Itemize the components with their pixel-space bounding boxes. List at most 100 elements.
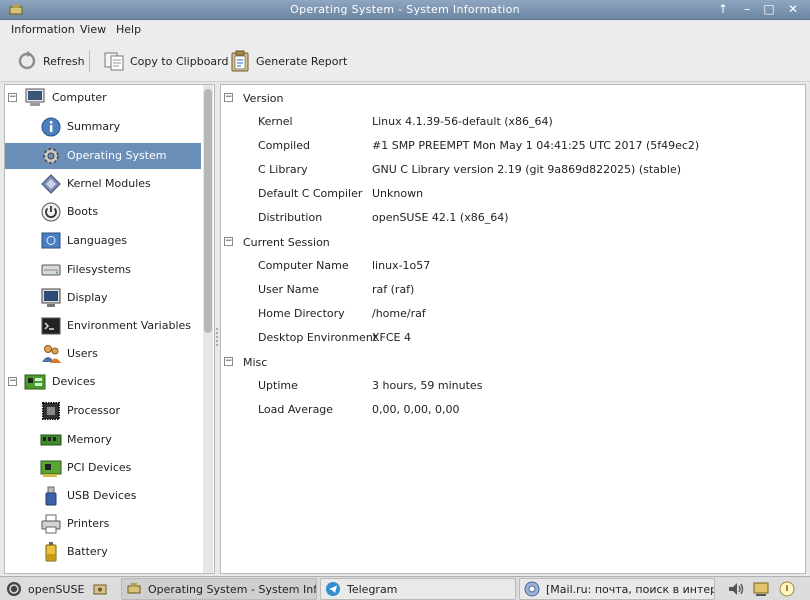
detail-value: XFCE 4: [372, 331, 411, 344]
details-panel: − Version Kernel Linux 4.1.39-56-default…: [220, 84, 806, 574]
collapse-icon[interactable]: −: [8, 93, 17, 102]
computer-icon: [25, 88, 45, 106]
task-system-information[interactable]: Operating System - System Infor...: [121, 578, 317, 600]
browser-icon: [524, 581, 540, 597]
sidebar-scrollbar[interactable]: [203, 85, 213, 573]
battery-icon: [45, 542, 57, 562]
toolbar: Refresh Copy to Clipboard Generate Repor…: [0, 40, 810, 82]
telegram-icon: [326, 582, 340, 596]
tree-item-kernel-modules[interactable]: Kernel Modules: [5, 171, 201, 197]
detail-key: Desktop Environment: [258, 331, 378, 344]
section-version[interactable]: − Version: [221, 87, 801, 107]
tree-item-memory[interactable]: Memory: [5, 427, 201, 453]
tree-item-users[interactable]: Users: [5, 341, 201, 367]
refresh-button[interactable]: Refresh: [16, 48, 85, 74]
refresh-icon: [18, 51, 36, 70]
scrollbar-thumb[interactable]: [204, 89, 212, 333]
section-title: Current Session: [243, 236, 330, 249]
tree-label: Operating System: [67, 149, 167, 162]
report-label: Generate Report: [256, 54, 348, 68]
tree-label: PCI Devices: [67, 461, 132, 474]
section-misc[interactable]: − Misc: [221, 351, 801, 371]
maximize-button[interactable]: □: [760, 2, 778, 17]
detail-row[interactable]: Load Average 0,00, 0,00, 0,00: [221, 399, 801, 419]
detail-row[interactable]: Default C Compiler Unknown: [221, 183, 801, 203]
desktop-icon: [93, 584, 107, 595]
collapse-icon[interactable]: −: [224, 93, 233, 102]
copy-to-clipboard-button[interactable]: Copy to Clipboard: [103, 48, 228, 74]
collapse-icon[interactable]: −: [224, 237, 233, 246]
detail-key: Home Directory: [258, 307, 345, 320]
task-label: Operating System - System Infor...: [148, 582, 316, 596]
taskbar: openSUSE Operating System - System Infor…: [0, 576, 810, 600]
tree-item-summary[interactable]: Summary: [5, 114, 201, 140]
tree-label: Computer: [52, 91, 107, 104]
close-button[interactable]: ✕: [784, 2, 802, 17]
tree-label: Filesystems: [67, 263, 131, 276]
menu-information[interactable]: Information: [11, 23, 75, 36]
tree-item-processor[interactable]: Processor: [5, 398, 201, 424]
tree-item-printers[interactable]: Printers: [5, 511, 201, 537]
start-label: openSUSE: [28, 582, 84, 596]
tree-label: Processor: [67, 404, 120, 417]
detail-row[interactable]: Home Directory /home/raf: [221, 303, 801, 323]
tree-item-usb-devices[interactable]: USB Devices: [5, 483, 201, 509]
clipboard-copy-icon: [104, 52, 124, 71]
detail-row[interactable]: Distribution openSUSE 42.1 (x86_64): [221, 207, 801, 227]
tree-item-operating-system[interactable]: Operating System: [5, 143, 201, 169]
window-title: Operating System - System Information: [290, 3, 520, 16]
collapse-icon[interactable]: −: [224, 357, 233, 366]
tree-item-pci-devices[interactable]: PCI Devices: [5, 455, 201, 481]
tree-item-languages[interactable]: Languages: [5, 228, 201, 254]
detail-row[interactable]: Computer Name linux-1o57: [221, 255, 801, 275]
tree-item-filesystems[interactable]: Filesystems: [5, 257, 201, 283]
detail-value: 3 hours, 59 minutes: [372, 379, 483, 392]
window-up-button[interactable]: ↑: [714, 2, 732, 17]
detail-row[interactable]: C Library GNU C Library version 2.19 (gi…: [221, 159, 801, 179]
start-menu-button[interactable]: openSUSE: [2, 578, 84, 600]
detail-key: Kernel: [258, 115, 293, 128]
detail-row[interactable]: Desktop Environment XFCE 4: [221, 327, 801, 347]
detail-key: Compiled: [258, 139, 310, 152]
tree-item-computer[interactable]: − Computer: [5, 85, 201, 111]
section-title: Misc: [243, 356, 268, 369]
minimize-button[interactable]: –: [738, 2, 756, 17]
tree-item-battery[interactable]: Battery: [5, 539, 201, 565]
tree-label: USB Devices: [67, 489, 137, 502]
detail-row[interactable]: Compiled #1 SMP PREEMPT Mon May 1 04:41:…: [221, 135, 801, 155]
detail-key: Default C Compiler: [258, 187, 363, 200]
tree-label: Devices: [52, 375, 96, 388]
window-titlebar: Operating System - System Information ↑ …: [0, 0, 810, 20]
generate-report-button[interactable]: Generate Report: [229, 48, 347, 74]
tree-label: Users: [67, 347, 98, 360]
section-current-session[interactable]: − Current Session: [221, 231, 801, 251]
network-icon[interactable]: [752, 580, 770, 598]
menu-help[interactable]: Help: [116, 23, 141, 36]
task-telegram[interactable]: Telegram: [320, 578, 516, 600]
module-icon: [41, 174, 61, 194]
detail-value: linux-1o57: [372, 259, 431, 272]
detail-key: Uptime: [258, 379, 298, 392]
menu-view[interactable]: View: [80, 23, 106, 36]
detail-key: Computer Name: [258, 259, 349, 272]
detail-row[interactable]: Kernel Linux 4.1.39-56-default (x86_64): [221, 111, 801, 131]
tree-item-devices[interactable]: − Devices: [5, 369, 201, 395]
board-icon: [24, 374, 46, 390]
opensuse-logo-icon: [7, 582, 21, 596]
collapse-icon[interactable]: −: [8, 377, 17, 386]
tree-item-environment-variables[interactable]: Environment Variables: [5, 313, 201, 339]
tree-label: Display: [67, 291, 108, 304]
usb-icon: [45, 486, 57, 506]
task-browser[interactable]: [Mail.ru: почта, поиск в интерн...: [519, 578, 715, 600]
detail-value: Unknown: [372, 187, 424, 200]
tree-item-boots[interactable]: Boots: [5, 199, 201, 225]
detail-row[interactable]: Uptime 3 hours, 59 minutes: [221, 375, 801, 395]
copy-label: Copy to Clipboard: [130, 54, 229, 68]
notification-icon[interactable]: [778, 580, 796, 598]
show-desktop-button[interactable]: [88, 578, 114, 600]
tree-label: Boots: [67, 205, 99, 218]
tree-item-display[interactable]: Display: [5, 285, 201, 311]
detail-value: GNU C Library version 2.19 (git 9a869d82…: [372, 163, 682, 176]
detail-row[interactable]: User Name raf (raf): [221, 279, 801, 299]
volume-icon[interactable]: [727, 580, 745, 598]
